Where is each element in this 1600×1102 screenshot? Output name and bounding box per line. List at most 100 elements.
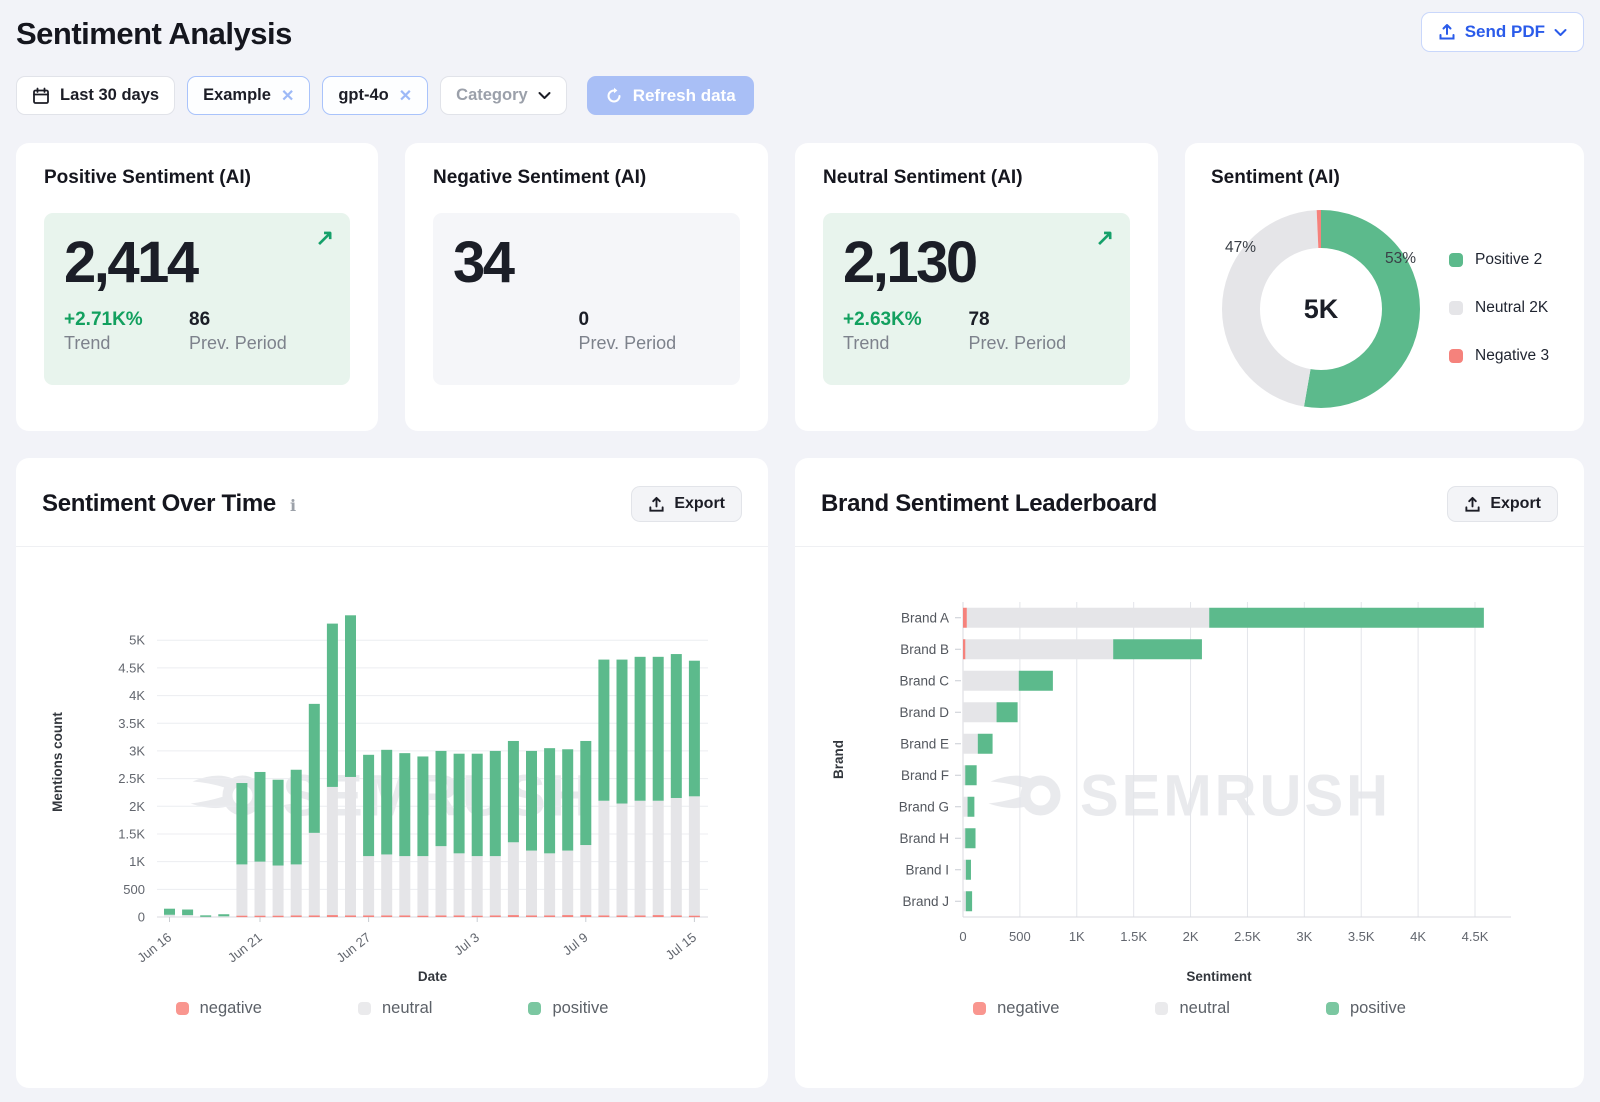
- kpi-trend-label: Trend: [64, 333, 189, 354]
- svg-text:Jul 15: Jul 15: [663, 930, 700, 963]
- filter-bar: Last 30 days Example ✕ gpt-4o ✕ Category…: [16, 76, 1584, 115]
- export-label: Export: [1490, 495, 1541, 513]
- svg-text:0: 0: [138, 910, 145, 925]
- donut-legend-item[interactable]: Positive 2: [1449, 251, 1549, 269]
- svg-text:5K: 5K: [129, 633, 145, 648]
- svg-text:Brand I: Brand I: [905, 862, 949, 877]
- legend-swatch: [176, 1002, 189, 1015]
- svg-text:2K: 2K: [1183, 929, 1199, 944]
- kpi-trend-value: +2.63K%: [843, 309, 968, 331]
- svg-text:4.5K: 4.5K: [118, 660, 145, 675]
- legend-label: Negative 3: [1475, 347, 1549, 365]
- donut-legend-item[interactable]: Neutral 2K: [1449, 299, 1549, 317]
- kpi-title: Negative Sentiment (AI): [433, 167, 740, 189]
- category-dropdown[interactable]: Category: [440, 76, 567, 115]
- send-pdf-label: Send PDF: [1465, 22, 1545, 42]
- charts-row: Sentiment Over Time i Export SEMRUSH 050…: [16, 458, 1584, 1088]
- sentiment-donut-card: Sentiment (AI) 5K 47% 53% Positive 2Neut…: [1185, 143, 1584, 431]
- legend-label: Positive 2: [1475, 251, 1542, 269]
- donut-pct-neutral: 47%: [1225, 239, 1256, 257]
- close-icon[interactable]: ✕: [399, 86, 412, 106]
- svg-text:1K: 1K: [1069, 929, 1085, 944]
- svg-text:Jul 9: Jul 9: [560, 930, 591, 959]
- legend-swatch: [528, 1002, 541, 1015]
- chevron-down-icon: [538, 91, 551, 100]
- legend-label: positive: [552, 999, 608, 1018]
- time-chart-legend: negative neutral positive: [32, 999, 752, 1018]
- upload-icon: [1438, 23, 1456, 41]
- svg-text:Mentions count: Mentions count: [50, 712, 65, 812]
- page-title: Sentiment Analysis: [16, 12, 292, 52]
- svg-text:4K: 4K: [1410, 929, 1426, 944]
- filter-chip-example[interactable]: Example ✕: [187, 76, 310, 115]
- svg-text:Brand G: Brand G: [899, 799, 949, 814]
- upload-icon: [648, 496, 665, 513]
- export-button[interactable]: Export: [1447, 486, 1558, 522]
- legend-swatch: [1326, 1002, 1339, 1015]
- svg-text:Date: Date: [418, 969, 448, 984]
- donut-legend-item[interactable]: Negative 3: [1449, 347, 1549, 365]
- svg-text:Jun 27: Jun 27: [333, 930, 373, 966]
- legend-item-positive[interactable]: positive: [1326, 999, 1406, 1018]
- svg-text:Sentiment: Sentiment: [1186, 969, 1252, 984]
- svg-text:Brand E: Brand E: [900, 736, 949, 751]
- svg-text:Brand C: Brand C: [899, 673, 949, 688]
- kpi-value: 2,130: [843, 231, 1110, 295]
- kpi-trend-value: +2.71K%: [64, 309, 189, 331]
- top-bar: Sentiment Analysis Send PDF: [16, 12, 1584, 52]
- kpi-metric-box: ↗ 2,414 +2.71K% Trend 86 Prev. Period: [44, 213, 350, 385]
- svg-text:1K: 1K: [129, 854, 145, 869]
- brand-leaderboard-card: Brand Sentiment Leaderboard Export SEMRU…: [795, 458, 1584, 1088]
- kpi-title: Neutral Sentiment (AI): [823, 167, 1130, 189]
- legend-item-neutral[interactable]: neutral: [1155, 999, 1229, 1018]
- svg-text:0: 0: [959, 929, 966, 944]
- svg-text:3.5K: 3.5K: [1348, 929, 1375, 944]
- svg-text:Jul 3: Jul 3: [451, 930, 482, 959]
- donut-legend: Positive 2 Neutral 2K Negative 3: [1449, 251, 1549, 365]
- refresh-data-button[interactable]: Refresh data: [587, 76, 754, 115]
- legend-item-negative[interactable]: negative: [176, 999, 262, 1018]
- send-pdf-button[interactable]: Send PDF: [1421, 12, 1584, 52]
- kpi-prev-label: Prev. Period: [968, 333, 1093, 354]
- legend-swatch: [1449, 253, 1463, 267]
- date-range-picker[interactable]: Last 30 days: [16, 76, 175, 115]
- brand-leaderboard-chart: 05001K1.5K2K2.5K3K3.5K4K4.5KBrand ABrand…: [811, 587, 1568, 989]
- donut-pct-positive: 53%: [1385, 250, 1416, 268]
- kpi-card-positive: Positive Sentiment (AI) ↗ 2,414 +2.71K% …: [16, 143, 378, 431]
- category-label: Category: [456, 86, 528, 105]
- kpi-card-neutral: Neutral Sentiment (AI) ↗ 2,130 +2.63K% T…: [795, 143, 1158, 431]
- legend-label: neutral: [1179, 999, 1229, 1018]
- svg-text:Brand J: Brand J: [902, 894, 949, 909]
- chevron-down-icon: [1554, 28, 1567, 37]
- filter-chip-gpt-4o[interactable]: gpt-4o ✕: [322, 76, 428, 115]
- svg-text:Brand A: Brand A: [901, 610, 949, 625]
- kpi-row: Positive Sentiment (AI) ↗ 2,414 +2.71K% …: [16, 143, 1584, 431]
- svg-text:Brand F: Brand F: [901, 768, 949, 783]
- legend-swatch: [1449, 349, 1463, 363]
- kpi-title: Positive Sentiment (AI): [44, 167, 350, 189]
- kpi-prev-value: 78: [968, 309, 1093, 331]
- legend-label: neutral: [382, 999, 432, 1018]
- legend-item-positive[interactable]: positive: [528, 999, 608, 1018]
- trend-up-icon: ↗: [316, 225, 334, 251]
- export-button[interactable]: Export: [631, 486, 742, 522]
- leaderboard-legend: negative neutral positive: [811, 999, 1568, 1018]
- svg-text:2.5K: 2.5K: [1234, 929, 1261, 944]
- legend-label: negative: [997, 999, 1059, 1018]
- svg-text:500: 500: [1009, 929, 1031, 944]
- filter-chip-label: Example: [203, 86, 271, 105]
- trend-up-icon: ↗: [1096, 225, 1114, 251]
- legend-item-neutral[interactable]: neutral: [358, 999, 432, 1018]
- kpi-value: 2,414: [64, 231, 330, 295]
- close-icon[interactable]: ✕: [281, 86, 294, 106]
- info-icon[interactable]: i: [290, 496, 296, 515]
- sentiment-over-time-body: SEMRUSH 05001K1.5K2K2.5K3K3.5K4K4.5K5KJu…: [16, 547, 768, 1088]
- legend-item-negative[interactable]: negative: [973, 999, 1059, 1018]
- kpi-prev-value: 0: [578, 309, 703, 331]
- svg-text:1.5K: 1.5K: [118, 826, 145, 841]
- kpi-prev-label: Prev. Period: [189, 333, 314, 354]
- kpi-prev-value: 86: [189, 309, 314, 331]
- refresh-icon: [605, 87, 623, 105]
- legend-label: positive: [1350, 999, 1406, 1018]
- sentiment-over-time-card: Sentiment Over Time i Export SEMRUSH 050…: [16, 458, 768, 1088]
